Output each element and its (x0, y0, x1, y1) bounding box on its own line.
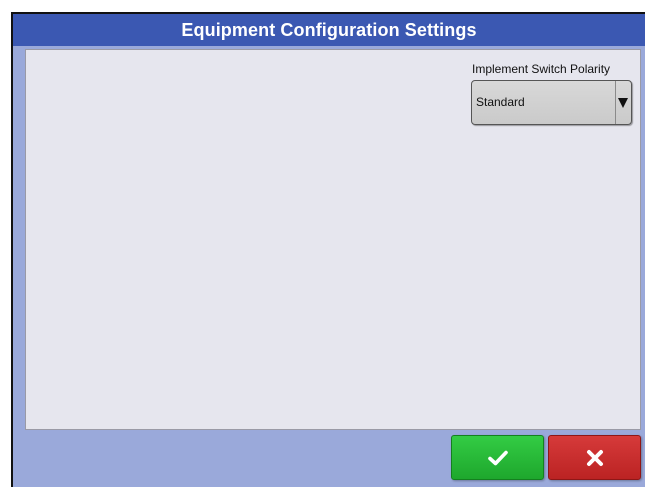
close-icon (586, 449, 603, 466)
cancel-button[interactable] (548, 435, 641, 480)
implement-switch-polarity-dropdown[interactable]: Standard (471, 80, 632, 125)
window-title: Equipment Configuration Settings (181, 19, 477, 40)
dropdown-selected-value: Standard (476, 95, 525, 109)
settings-content-panel: Implement Switch Polarity Standard (25, 49, 641, 430)
implement-switch-polarity-label: Implement Switch Polarity (472, 62, 611, 76)
settings-window: Equipment Configuration Settings Impleme… (11, 12, 645, 487)
dropdown-arrow-icon (618, 98, 628, 108)
ok-button[interactable] (451, 435, 544, 480)
checkmark-icon (487, 450, 508, 465)
dropdown-divider (615, 81, 616, 124)
title-bar: Equipment Configuration Settings (13, 14, 645, 46)
